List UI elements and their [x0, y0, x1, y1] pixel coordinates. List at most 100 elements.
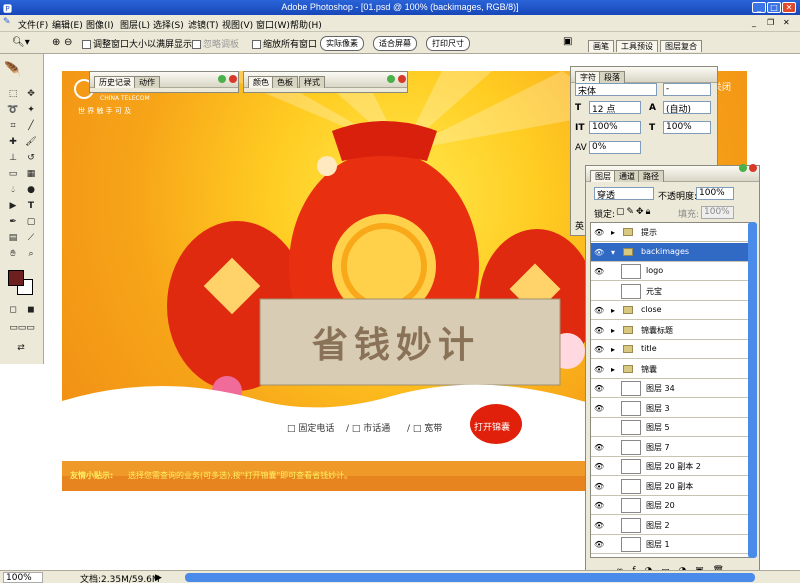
close-icon[interactable]: ✕ — [782, 2, 796, 13]
horizontal-scale-input[interactable]: 100% — [663, 121, 711, 134]
tab-swatches[interactable]: 色板 — [272, 76, 298, 88]
resize-windows-option[interactable]: 调整窗口大小以满屏显示 — [82, 37, 192, 50]
hand-tool-icon[interactable]: ✋︎ — [6, 248, 20, 261]
palette-well-icon[interactable]: ▣ — [563, 36, 572, 47]
stamp-tool-icon[interactable]: ⊥ — [6, 152, 20, 165]
pen-tool-icon[interactable]: ✒ — [6, 216, 20, 229]
expand-arrow-icon[interactable]: ▸ — [611, 365, 615, 374]
dodge-tool-icon[interactable]: ● — [24, 184, 38, 197]
eye-icon[interactable]: 👁︎ — [594, 267, 604, 276]
layer-row[interactable]: 👁︎ ▸ close — [591, 301, 749, 320]
expand-arrow-icon[interactable]: ▾ — [611, 248, 615, 257]
menu-layer[interactable]: 图层(L) — [120, 18, 150, 31]
minimize-dot-icon[interactable] — [387, 75, 395, 83]
eye-icon[interactable]: 👁︎ — [594, 384, 604, 393]
zoom-tool-icon[interactable]: ⌕ — [24, 248, 38, 261]
expand-arrow-icon[interactable]: ▸ — [611, 326, 615, 335]
tab-channels[interactable]: 通道 — [614, 170, 640, 182]
zoom-in-icon[interactable]: ⊕ — [52, 37, 60, 48]
magic-wand-icon[interactable]: ✦ — [24, 104, 38, 117]
checkbox-icon[interactable] — [252, 40, 261, 49]
open-bag-button[interactable]: 打开锦囊 — [474, 420, 510, 433]
brush-tool-icon[interactable]: 🖌︎ — [24, 136, 38, 149]
layer-row[interactable]: 👁︎ 图层 34 — [591, 379, 749, 398]
status-arrow-icon[interactable]: ▶ — [155, 573, 162, 583]
tab-layers[interactable]: 图层 — [590, 170, 616, 182]
minimize-dot-icon[interactable] — [739, 164, 747, 172]
eye-icon[interactable]: 👁︎ — [594, 462, 604, 471]
eye-icon[interactable]: 👁︎ — [594, 228, 604, 237]
layer-row[interactable]: 👁︎ 图层 3 — [591, 398, 749, 418]
layer-row[interactable]: 元宝 — [591, 281, 749, 301]
eye-icon[interactable]: 👁︎ — [594, 404, 604, 413]
minimize-dot-icon[interactable] — [218, 75, 226, 83]
shape-tool-icon[interactable]: ▢ — [24, 216, 38, 229]
leading-input[interactable]: (自动) — [663, 101, 711, 115]
menu-filter[interactable]: 滤镜(T) — [188, 18, 219, 31]
slice-tool-icon[interactable]: ╱ — [24, 120, 38, 133]
eye-icon[interactable]: 👁︎ — [594, 345, 604, 354]
zoom-tool-icon[interactable]: 🔍︎▾ — [12, 37, 30, 48]
font-style-select[interactable]: - — [663, 83, 711, 96]
tab-character[interactable]: 字符 — [575, 71, 601, 83]
fit-screen-button[interactable]: 适合屏幕 — [373, 36, 417, 51]
zoom-field[interactable]: 100% — [3, 572, 43, 583]
language-select[interactable]: 英 — [575, 219, 584, 232]
layer-row[interactable]: 👁︎ logo — [591, 262, 749, 281]
menu-view[interactable]: 视图(V) — [222, 18, 253, 31]
tab-color[interactable]: 颜色 — [248, 76, 274, 88]
layer-row[interactable]: 👁︎ ▸ 锦囊标题 — [591, 320, 749, 340]
layer-row[interactable]: 👁︎ ▸ 提示 — [591, 223, 749, 242]
layer-row[interactable]: 👁︎ 图层 20 副本 — [591, 476, 749, 496]
ignore-palettes-option[interactable]: 忽略调板 — [192, 37, 239, 50]
blend-mode-select[interactable]: 穿透 — [594, 187, 654, 201]
marquee-tool-icon[interactable]: ⬚ — [6, 88, 20, 101]
fill-input[interactable]: 100% — [701, 206, 734, 219]
opacity-input[interactable]: 100% — [696, 187, 734, 200]
layer-row[interactable]: 👁︎ 图层 2 — [591, 515, 749, 535]
move-tool-icon[interactable]: ✥ — [24, 88, 38, 101]
layer-row[interactable]: 👁︎背景 — [591, 554, 749, 557]
layer-row[interactable]: 👁︎ ▸ 锦囊 — [591, 359, 749, 379]
eye-icon[interactable]: 👁︎ — [594, 540, 604, 549]
menu-help[interactable]: 帮助(H) — [290, 18, 322, 31]
eye-icon[interactable]: 👁︎ — [594, 501, 604, 510]
doc-close-icon[interactable]: ✕ — [783, 18, 790, 27]
tab-actions[interactable]: 动作 — [134, 76, 160, 88]
notes-tool-icon[interactable]: ▤ — [6, 232, 20, 245]
layer-row[interactable]: 👁︎ 图层 20 副本 2 — [591, 457, 749, 476]
well-tab-presets[interactable]: 工具预设 — [616, 40, 658, 52]
well-tab-comps[interactable]: 图层复合 — [660, 40, 702, 52]
screen-mode-icons[interactable]: ▭▭▭ — [3, 322, 41, 335]
maximize-icon[interactable]: □ — [767, 2, 781, 13]
doc-restore-icon[interactable]: ❐ — [767, 18, 774, 27]
close-dot-icon[interactable] — [749, 164, 757, 172]
layer-row[interactable]: 👁︎ 图层 7 — [591, 437, 749, 457]
doc-minimize-icon[interactable]: _ — [752, 18, 756, 27]
close-dot-icon[interactable] — [229, 75, 237, 83]
option-fixed-phone[interactable]: □ 固定电话 — [287, 421, 334, 434]
option-broadband[interactable]: / □ 宽带 — [407, 421, 442, 434]
menu-edit[interactable]: 编辑(E) — [52, 18, 83, 31]
layer-row[interactable]: 图层 5 — [591, 418, 749, 437]
vertical-scale-input[interactable]: 100% — [589, 121, 641, 134]
menu-select[interactable]: 选择(S) — [153, 18, 184, 31]
option-city-phone[interactable]: / □ 市话通 — [346, 421, 390, 434]
zoom-out-icon[interactable]: ⊖ — [64, 37, 72, 48]
font-size-input[interactable]: 12 点 — [589, 101, 641, 115]
layers-scrollbar[interactable] — [748, 222, 757, 558]
close-dot-icon[interactable] — [398, 75, 406, 83]
eye-icon[interactable]: 👁︎ — [594, 443, 604, 452]
standard-mode-icon[interactable]: ◻ — [6, 304, 20, 317]
blur-tool-icon[interactable]: 💧︎ — [6, 184, 20, 197]
minimize-icon[interactable]: _ — [752, 2, 766, 13]
eye-icon[interactable]: 👁︎ — [594, 248, 604, 257]
layer-row[interactable]: 👁︎ 图层 20 — [591, 496, 749, 515]
eye-icon[interactable]: 👁︎ — [594, 482, 604, 491]
checkbox-icon[interactable] — [192, 40, 201, 49]
layer-row[interactable]: 👁︎ 图层 1 — [591, 535, 749, 554]
expand-arrow-icon[interactable]: ▸ — [611, 306, 615, 315]
lock-icons[interactable]: ▢✎✥🔒︎ — [616, 207, 652, 217]
tab-history[interactable]: 历史记录 — [94, 76, 136, 88]
ps-icon[interactable]: ✎ — [3, 17, 11, 27]
